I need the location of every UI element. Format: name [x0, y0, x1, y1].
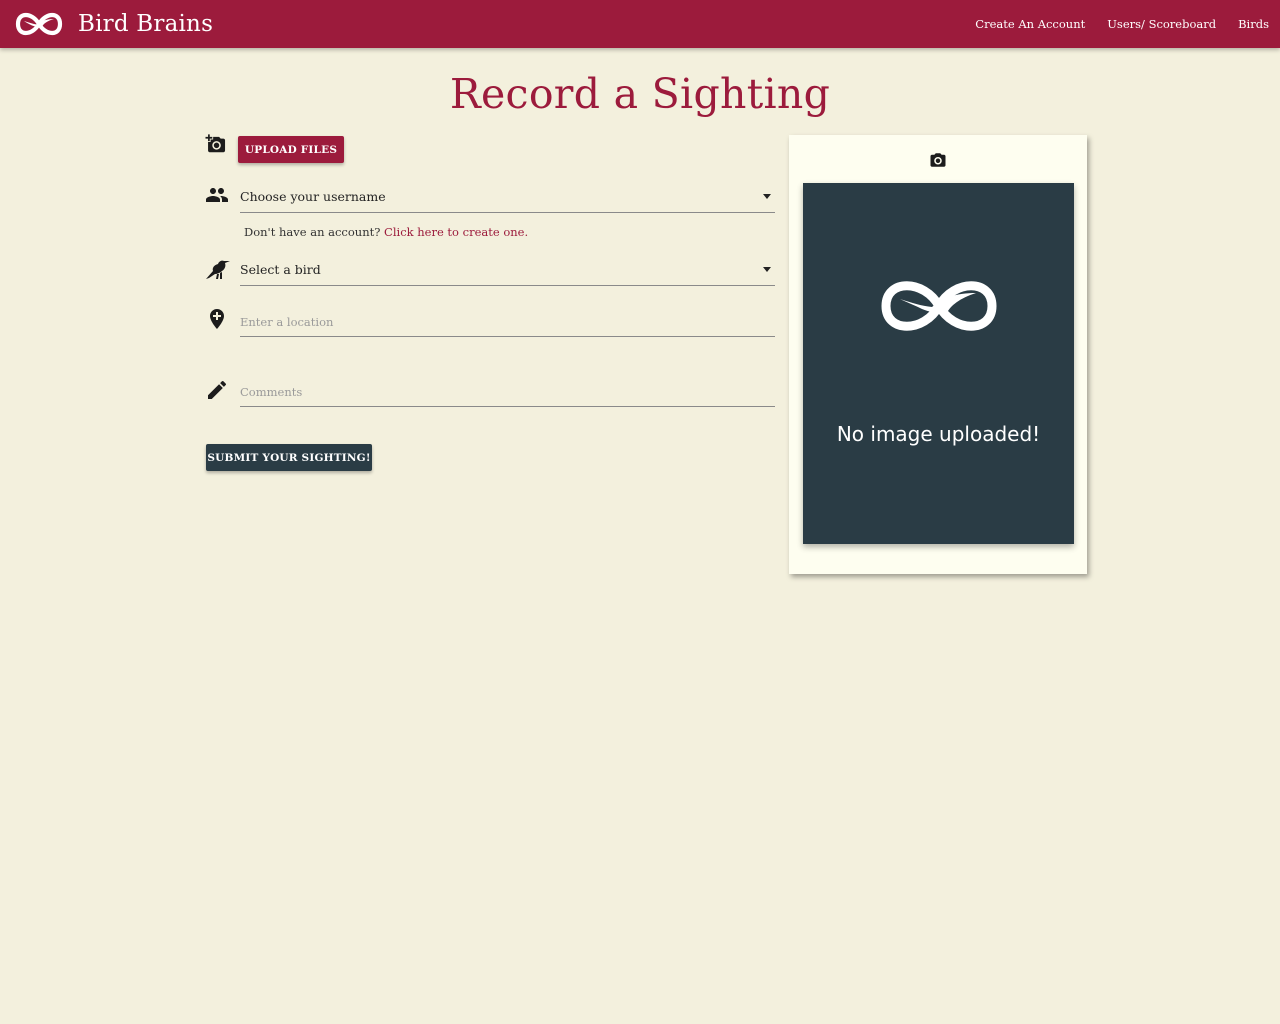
create-account-link[interactable]: Click here to create one.: [384, 225, 528, 239]
brand-name: Bird Brains: [78, 11, 214, 37]
account-hint: Don't have an account? Click here to cre…: [244, 225, 528, 239]
add-location-icon: [210, 309, 224, 329]
username-select[interactable]: Choose your username: [240, 182, 775, 213]
add-a-photo-icon: [205, 134, 226, 153]
no-image-message: No image uploaded!: [836, 422, 1041, 446]
account-hint-text: Don't have an account?: [244, 225, 381, 239]
bird-infinity-logo-icon: [881, 281, 997, 331]
sighting-form: UPLOAD FILES Choose your username Don't …: [204, 130, 776, 490]
username-select-value: Choose your username: [240, 189, 386, 204]
location-input[interactable]: [240, 308, 775, 337]
bird-select[interactable]: Select a bird: [240, 255, 775, 286]
nav-birds-link[interactable]: Birds: [1238, 17, 1269, 31]
people-icon: [206, 188, 228, 202]
camera-icon: [930, 153, 946, 167]
bird-infinity-logo-icon: [15, 12, 63, 36]
brand-link[interactable]: Bird Brains: [12, 6, 213, 42]
chevron-down-icon: [763, 194, 771, 199]
submit-sighting-button[interactable]: SUBMIT YOUR SIGHTING!: [206, 444, 372, 471]
navbar: Bird Brains Create An Account Users/ Sco…: [0, 0, 1280, 48]
crow-icon: [206, 260, 230, 279]
nav-users-scoreboard-link[interactable]: Users/ Scoreboard: [1107, 17, 1216, 31]
upload-files-button[interactable]: UPLOAD FILES: [238, 136, 344, 163]
comments-input[interactable]: [240, 378, 775, 407]
chevron-down-icon: [763, 267, 771, 272]
nav-create-account-link[interactable]: Create An Account: [975, 17, 1085, 31]
image-preview-card: No image uploaded!: [789, 135, 1087, 574]
page-title: Record a Sighting: [449, 70, 831, 118]
bird-select-value: Select a bird: [240, 262, 321, 277]
image-preview-placeholder: No image uploaded!: [803, 183, 1074, 544]
nav-links: Create An Account Users/ Scoreboard Bird…: [953, 0, 1269, 48]
pencil-icon: [208, 380, 227, 399]
